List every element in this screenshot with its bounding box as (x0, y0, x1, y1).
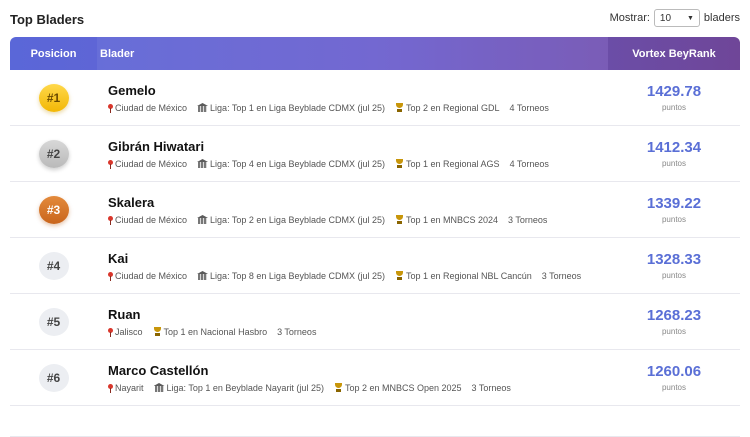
blader-tournaments: 3 Torneos (277, 326, 317, 337)
trophy-icon (153, 327, 162, 336)
blader-tournaments: 3 Torneos (508, 214, 548, 225)
blader-league: Liga: Top 4 en Liga Beyblade CDMX (jul 2… (210, 158, 385, 169)
rank-badge: #4 (38, 251, 69, 280)
trophy-icon (395, 159, 404, 168)
blader-name[interactable]: Skalera (108, 195, 608, 210)
ranking-table: Posicion Blader Vortex BeyRank #1 Gemelo… (10, 37, 740, 437)
show-label: Mostrar: (609, 12, 650, 24)
blader-name[interactable]: Kai (108, 251, 608, 266)
blader-tournaments: 3 Torneos (471, 382, 511, 393)
beyrank-score: 1412.34 (646, 139, 702, 156)
blader-name[interactable]: Marco Castellón (108, 363, 608, 378)
page-size-select[interactable]: 10 ▼ (653, 9, 700, 27)
league-building-icon (197, 103, 208, 112)
blader-league: Liga: Top 8 en Liga Beyblade CDMX (jul 2… (210, 270, 385, 281)
chevron-down-icon: ▼ (686, 14, 694, 22)
points-label: puntos (661, 271, 687, 280)
table-row[interactable]: #3 Skalera Ciudad de México Liga: Top 2 … (10, 182, 740, 238)
location-pin-icon (108, 327, 113, 337)
location-pin-icon (108, 103, 113, 113)
trophy-icon (395, 271, 404, 280)
page-size-value: 10 (659, 12, 672, 24)
rank-badge: #6 (38, 363, 69, 392)
table-row[interactable]: #1 Gemelo Ciudad de México Liga: Top 1 e… (10, 70, 740, 126)
blader-location: Ciudad de México (115, 270, 188, 281)
blader-achievement: Top 2 en Regional GDL (405, 102, 500, 113)
blader-location: Jalisco (115, 326, 143, 337)
blader-tournaments: 4 Torneos (509, 158, 549, 169)
beyrank-score: 1328.33 (646, 251, 702, 268)
page-size-control: Mostrar: 10 ▼ bladers (610, 9, 740, 27)
trophy-icon (395, 103, 404, 112)
points-label: puntos (661, 383, 687, 392)
table-header: Posicion Blader Vortex BeyRank (10, 37, 740, 70)
blader-league: Liga: Top 1 en Liga Beyblade CDMX (jul 2… (210, 102, 385, 113)
column-header-position[interactable]: Posicion (10, 48, 97, 60)
beyrank-score: 1268.23 (646, 307, 702, 324)
blader-name[interactable]: Gibrán Hiwatari (108, 139, 608, 154)
blader-achievement: Top 1 en Regional AGS (405, 158, 500, 169)
table-row[interactable]: #2 Gibrán Hiwatari Ciudad de México Liga… (10, 126, 740, 182)
rank-badge: #3 (38, 195, 69, 224)
column-header-blader[interactable]: Blader (97, 37, 608, 70)
blader-location: Ciudad de México (115, 102, 188, 113)
blader-name[interactable]: Gemelo (108, 83, 608, 98)
rank-badge: #1 (38, 83, 69, 112)
blader-tournaments: 4 Torneos (509, 102, 549, 113)
points-label: puntos (661, 159, 687, 168)
blader-league: Liga: Top 1 en Beyblade Nayarit (jul 25) (166, 382, 324, 393)
blader-achievement: Top 1 en Nacional Hasbro (163, 326, 268, 337)
show-suffix: bladers (703, 12, 740, 24)
location-pin-icon (108, 383, 113, 393)
table-row[interactable]: #6 Marco Castellón Nayarit Liga: Top 1 e… (10, 350, 740, 406)
league-building-icon (154, 383, 165, 392)
location-pin-icon (108, 159, 113, 169)
location-pin-icon (108, 271, 113, 281)
beyrank-score: 1260.06 (646, 363, 702, 380)
beyrank-score: 1429.78 (646, 83, 702, 100)
table-row-partial[interactable] (10, 406, 740, 437)
rank-badge: #2 (38, 139, 69, 168)
points-label: puntos (661, 103, 687, 112)
page-title: Top Bladers (10, 11, 85, 27)
league-building-icon (197, 215, 208, 224)
beyrank-score: 1339.22 (646, 195, 702, 212)
blader-name[interactable]: Ruan (108, 307, 608, 322)
rank-badge: #5 (38, 307, 69, 336)
blader-achievement: Top 1 en Regional NBL Cancún (405, 270, 532, 281)
blader-tournaments: 3 Torneos (541, 270, 582, 281)
table-row[interactable]: #5 Ruan Jalisco Top 1 en Nacional Hasbro… (10, 294, 740, 350)
points-label: puntos (661, 327, 687, 336)
column-header-rank[interactable]: Vortex BeyRank (608, 37, 740, 70)
blader-location: Nayarit (115, 382, 144, 393)
blader-league: Liga: Top 2 en Liga Beyblade CDMX (jul 2… (210, 214, 385, 225)
trophy-icon (395, 215, 404, 224)
blader-achievement: Top 2 en MNBCS Open 2025 (344, 382, 462, 393)
blader-location: Ciudad de México (115, 158, 188, 169)
league-building-icon (197, 159, 208, 168)
blader-achievement: Top 1 en MNBCS 2024 (405, 214, 499, 225)
table-row[interactable]: #4 Kai Ciudad de México Liga: Top 8 en L… (10, 238, 740, 294)
location-pin-icon (108, 215, 113, 225)
league-building-icon (197, 271, 208, 280)
trophy-icon (334, 383, 343, 392)
blader-location: Ciudad de México (115, 214, 188, 225)
top-bar: Top Bladers Mostrar: 10 ▼ bladers (0, 0, 750, 36)
points-label: puntos (661, 215, 687, 224)
